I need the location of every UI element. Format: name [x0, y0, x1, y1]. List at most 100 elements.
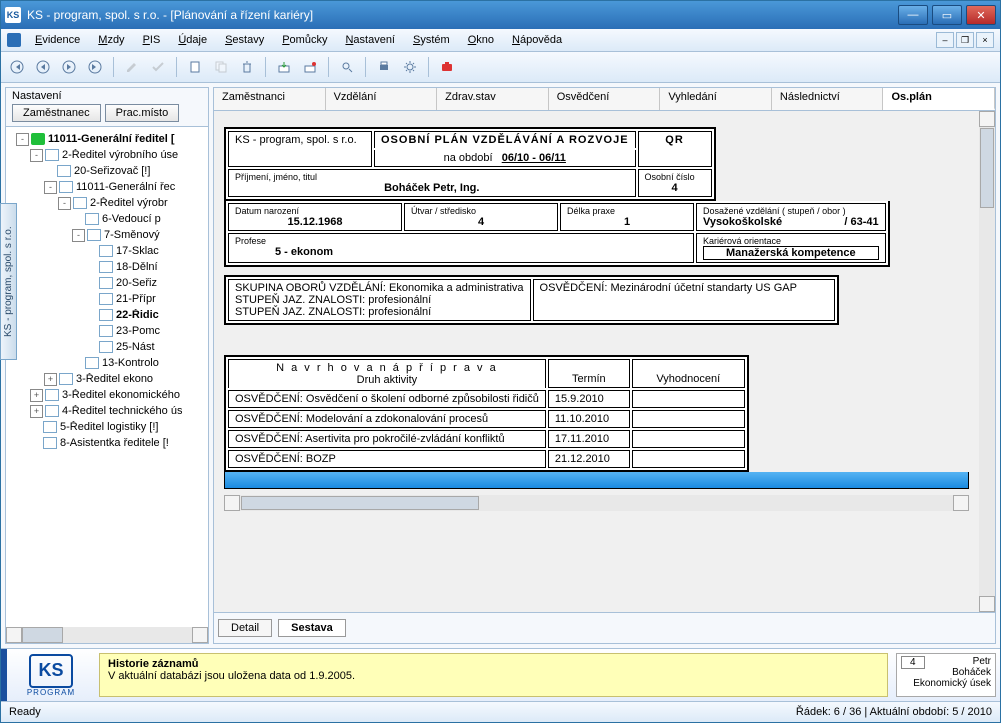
tree-label: 4-Ředitel technického ús — [62, 405, 182, 417]
jaz2-text: STUPEŇ JAZ. ZNALOSTI: profesionální — [235, 306, 524, 318]
app-action-icon[interactable] — [435, 55, 459, 79]
close-button[interactable]: ✕ — [966, 5, 996, 25]
mdi-minimize[interactable]: – — [936, 32, 954, 48]
org-node-icon — [59, 181, 73, 193]
name-value: Boháček Petr, Ing. — [235, 182, 629, 194]
tree-node[interactable]: +3-Ředitel ekono — [8, 371, 206, 387]
tree-node[interactable]: 20-Seřiz — [8, 275, 206, 291]
doc-hscrollbar[interactable] — [224, 495, 969, 511]
minimize-button[interactable]: — — [898, 5, 928, 25]
tree-node[interactable]: 18-Dělní — [8, 259, 206, 275]
tree-node[interactable]: 6-Vedoucí p — [8, 211, 206, 227]
sestava-tab[interactable]: Sestava — [278, 619, 346, 637]
nav-last-icon[interactable] — [83, 55, 107, 79]
expand-toggle[interactable]: + — [30, 389, 43, 402]
tree-scroll[interactable]: -11011-Generální ředitel [-2-Ředitel výr… — [6, 126, 208, 627]
tree-node[interactable]: 8-Asistentka ředitele [! — [8, 435, 206, 451]
tree-node[interactable]: 21-Přípr — [8, 291, 206, 307]
expand-toggle[interactable]: - — [72, 229, 85, 242]
menu-pomucky[interactable]: Pomůcky — [274, 32, 335, 48]
table-row[interactable]: OSVĚDČENÍ: Modelování a zdokonalování pr… — [228, 410, 745, 428]
tree-node[interactable]: 23-Pomc — [8, 323, 206, 339]
main-window: KS KS - program, spol. s r.o. - [Plánová… — [0, 0, 1001, 723]
sidebar: Nastavení Zaměstnanec Prac.místo -11011-… — [5, 87, 209, 644]
org-node-icon — [99, 325, 113, 337]
expand-toggle[interactable]: - — [44, 181, 57, 194]
tree-node[interactable]: 13-Kontrolo — [8, 355, 206, 371]
table-row[interactable]: OSVĚDČENÍ: Asertivita pro pokročilé-zvlá… — [228, 430, 745, 448]
tree-node[interactable]: 20-Seřizovač [!] — [8, 163, 206, 179]
delete-icon[interactable] — [235, 55, 259, 79]
menu-evidence[interactable]: Evidence — [27, 32, 88, 48]
tree-label: 3-Ředitel ekono — [76, 373, 153, 385]
tree-node[interactable]: -11011-Generální řec — [8, 179, 206, 195]
tab-nslednictv[interactable]: Následnictví — [772, 88, 884, 110]
tab-ospln[interactable]: Os.plán — [883, 88, 995, 110]
mdi-restore[interactable]: ❐ — [956, 32, 974, 48]
tree-label: 13-Kontrolo — [102, 357, 159, 369]
mdi-close[interactable]: × — [976, 32, 994, 48]
menu-sestavy[interactable]: Sestavy — [217, 32, 272, 48]
menu-pis[interactable]: PIS — [135, 32, 169, 48]
tree-node[interactable]: -2-Ředitel výrobního úse — [8, 147, 206, 163]
menu-system[interactable]: Systém — [405, 32, 458, 48]
col-termin: Termín — [548, 359, 630, 388]
main-tabs: ZaměstnanciVzděláníZdrav.stavOsvědčeníVy… — [213, 87, 996, 110]
new-icon[interactable] — [183, 55, 207, 79]
termin-cell: 15.9.2010 — [548, 390, 630, 408]
tree-node[interactable]: 22-Řidic — [8, 307, 206, 323]
export-icon[interactable] — [298, 55, 322, 79]
expand-toggle[interactable]: - — [58, 197, 71, 210]
tree-node[interactable]: -2-Ředitel výrobr — [8, 195, 206, 211]
nav-prev-icon[interactable] — [31, 55, 55, 79]
profese-value: 5 - ekonom — [235, 246, 687, 258]
tab-zdravstav[interactable]: Zdrav.stav — [437, 88, 549, 110]
org-node-icon — [45, 405, 59, 417]
detail-tab[interactable]: Detail — [218, 619, 272, 637]
menu-okno[interactable]: Okno — [460, 32, 502, 48]
statusbar: Ready Řádek: 6 / 36 | Aktuální období: 5… — [1, 701, 1000, 722]
tab-zamstnanci[interactable]: Zaměstnanci — [214, 88, 326, 110]
menu-napoveda[interactable]: Nápověda — [504, 32, 570, 48]
tab-vyhledn[interactable]: Vyhledání — [660, 88, 772, 110]
expand-toggle[interactable]: + — [30, 405, 43, 418]
table-row[interactable]: OSVĚDČENÍ: Osvědčení o školení odborné z… — [228, 390, 745, 408]
tree-node[interactable]: -11011-Generální ředitel [ — [8, 131, 206, 147]
mdi-icon[interactable] — [7, 33, 21, 47]
search-icon[interactable] — [335, 55, 359, 79]
pracmisto-button[interactable]: Prac.místo — [105, 104, 180, 122]
table-selection-bar — [224, 472, 969, 489]
document-viewport[interactable]: KS - program, spol. s r.o. OSOBNÍ PLÁN V… — [214, 111, 979, 612]
tree-node[interactable]: -7-Směnový — [8, 227, 206, 243]
tree-node[interactable]: 5-Ředitel logistiky [!] — [8, 419, 206, 435]
maximize-button[interactable]: ▭ — [932, 5, 962, 25]
edit-icon — [120, 55, 144, 79]
tab-osvden[interactable]: Osvědčení — [549, 88, 661, 110]
history-text: V aktuální databázi jsou uložena data od… — [108, 670, 879, 682]
table-row[interactable]: OSVĚDČENÍ: BOZP21.12.2010 — [228, 450, 745, 468]
docked-panel-tab[interactable]: KS - program, spol. s r.o. — [0, 203, 17, 360]
print-icon[interactable] — [372, 55, 396, 79]
expand-toggle[interactable]: + — [44, 373, 57, 386]
praxe-header: Délka praxe — [567, 206, 687, 216]
tree-node[interactable]: 25-Nást — [8, 339, 206, 355]
tree-hscrollbar[interactable] — [6, 627, 208, 643]
menu-nastaveni[interactable]: Nastavení — [337, 32, 403, 48]
doc-vscrollbar[interactable] — [979, 111, 995, 612]
org-node-icon — [99, 293, 113, 305]
tab-vzdln[interactable]: Vzdělání — [326, 88, 438, 110]
menu-mzdy[interactable]: Mzdy — [90, 32, 132, 48]
import-icon[interactable] — [272, 55, 296, 79]
nav-next-icon[interactable] — [57, 55, 81, 79]
nav-first-icon[interactable] — [5, 55, 29, 79]
menu-udaje[interactable]: Údaje — [170, 32, 215, 48]
settings-icon[interactable] — [398, 55, 422, 79]
expand-toggle[interactable]: - — [30, 149, 43, 162]
org-node-icon — [85, 213, 99, 225]
tree-node[interactable]: 17-Sklac — [8, 243, 206, 259]
org-node-icon — [45, 149, 59, 161]
tree-node[interactable]: +3-Ředitel ekonomického — [8, 387, 206, 403]
expand-toggle[interactable]: - — [16, 133, 29, 146]
tree-node[interactable]: +4-Ředitel technického ús — [8, 403, 206, 419]
zamestnanec-button[interactable]: Zaměstnanec — [12, 104, 101, 122]
